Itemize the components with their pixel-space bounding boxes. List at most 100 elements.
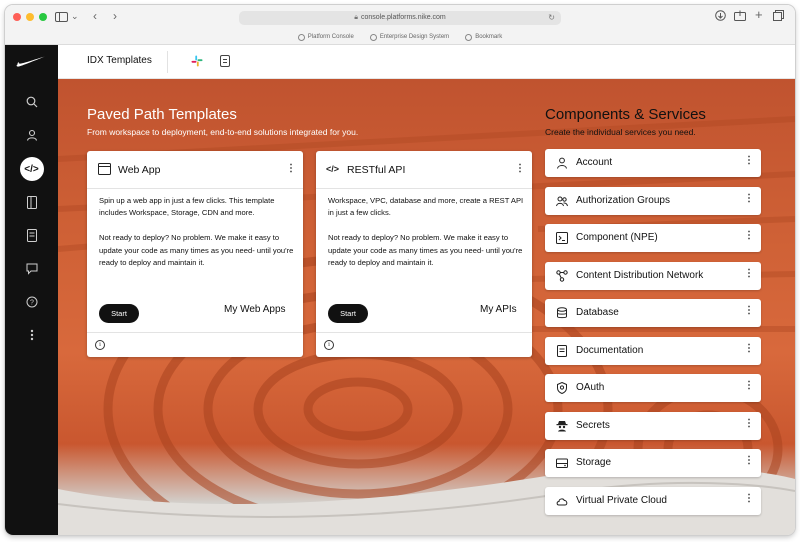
person-icon [557,157,567,169]
service-item-component-npe[interactable]: Component (NPE) ⋮ [545,224,761,252]
browser-window: ⌄ ‹ › 🔒︎ console.platforms.nike.com ↻ + P… [5,5,795,535]
card-title: RESTful API [347,164,406,176]
service-label: Content Distribution Network [576,270,704,281]
download-icon[interactable] [715,10,726,24]
service-label: Component (NPE) [576,232,658,243]
kebab-menu-icon[interactable]: ⋮ [744,194,754,204]
rail-chat[interactable] [5,256,58,282]
info-icon[interactable]: i [324,340,334,350]
rail-search[interactable] [5,89,58,115]
slack-icon[interactable] [191,55,203,67]
kebab-menu-icon[interactable]: ⋮ [744,494,754,504]
service-label: Storage [576,457,612,468]
service-label: OAuth [576,382,605,393]
kebab-menu-icon[interactable]: ⋮ [286,164,296,174]
secrets-icon [556,421,568,432]
bookmark-platform-console[interactable]: Platform Console [297,31,354,43]
my-apis-link[interactable]: My APIs [480,304,517,315]
search-icon [26,96,37,108]
my-web-apps-link[interactable]: My Web Apps [224,304,286,315]
user-icon [26,129,37,141]
kebab-menu-icon[interactable]: ⋮ [744,269,754,279]
service-label: Database [576,307,619,318]
kebab-menu-icon[interactable]: ⋮ [744,231,754,241]
document-icon [557,345,567,357]
storage-icon [556,458,568,468]
kebab-menu-icon[interactable]: ⋮ [744,419,754,429]
kebab-menu-icon[interactable]: ⋮ [515,164,525,174]
maximize-window-button[interactable] [39,13,47,21]
rail-user[interactable] [5,122,58,148]
notes-icon[interactable] [220,55,230,67]
terminal-icon [556,232,568,244]
kebab-menu-icon[interactable]: ⋮ [744,156,754,166]
rail-notebook[interactable] [5,189,58,215]
start-button[interactable]: Start [99,304,139,323]
back-icon[interactable]: ‹ [93,9,97,23]
service-item-documentation[interactable]: Documentation ⋮ [545,337,761,365]
kebab-menu-icon[interactable]: ⋮ [744,381,754,391]
code-icon: </> [326,164,340,174]
service-item-database[interactable]: Database ⋮ [545,299,761,327]
kebab-menu-icon[interactable]: ⋮ [744,344,754,354]
bookmarks-bar: Platform Console Enterprise Design Syste… [5,31,795,43]
start-button[interactable]: Start [328,304,368,323]
components-subtitle: Create the individual services you need. [545,127,696,137]
browser-window-icon [98,163,111,175]
service-item-account[interactable]: Account ⋮ [545,149,761,177]
close-window-button[interactable] [13,13,21,21]
minimize-window-button[interactable] [26,13,34,21]
reload-icon[interactable]: ↻ [548,11,555,25]
sidebar-toggle-icon[interactable] [55,11,68,25]
paved-path-title: Paved Path Templates [87,106,237,123]
service-item-secrets[interactable]: Secrets ⋮ [545,412,761,440]
share-icon[interactable] [734,10,746,24]
network-icon [556,270,568,282]
info-icon[interactable]: i [95,340,105,350]
service-label: Authorization Groups [576,195,670,206]
oauth-icon [557,382,567,394]
chat-icon [26,263,37,275]
cloud-icon [556,498,568,506]
app-header: IDX Templates [58,45,795,79]
database-icon [557,307,567,319]
new-tab-icon[interactable]: + [755,8,763,22]
service-item-vpc[interactable]: Virtual Private Cloud ⋮ [545,487,761,515]
service-label: Secrets [576,420,610,431]
kebab-menu-icon[interactable]: ⋮ [744,456,754,466]
chevron-down-icon[interactable]: ⌄ [71,9,79,23]
components-title: Components & Services [545,106,706,123]
notebook-icon [26,195,37,209]
rail-more[interactable] [5,322,58,348]
nike-logo-icon[interactable] [16,55,46,67]
bookmark-generic[interactable]: Bookmark [465,31,502,43]
url-bar[interactable]: 🔒︎ console.platforms.nike.com ↻ [239,11,561,25]
bookmark-enterprise-design-system[interactable]: Enterprise Design System [369,31,449,43]
kebab-menu-icon[interactable]: ⋮ [744,306,754,316]
more-icon [30,329,33,341]
code-icon: </> [19,157,44,181]
card-title: Web App [118,164,161,176]
service-item-oauth[interactable]: OAuth ⋮ [545,374,761,402]
card-divider [316,332,532,333]
service-label: Virtual Private Cloud [576,495,667,506]
lock-icon: 🔒︎ [354,14,358,21]
rail-document[interactable] [5,222,58,248]
rail-code[interactable]: </> [5,156,58,182]
globe-icon [297,33,305,41]
service-item-cdn[interactable]: Content Distribution Network ⋮ [545,262,761,290]
rail-help[interactable]: ? [5,289,58,315]
web-app-card: Web App ⋮ Spin up a web app in just a fe… [87,151,303,357]
forward-icon[interactable]: › [113,9,117,23]
left-nav-rail: </> ? [5,45,58,535]
service-item-storage[interactable]: Storage ⋮ [545,449,761,477]
tabs-overview-icon[interactable] [773,10,784,24]
card-header: </> RESTful API ⋮ [316,151,532,189]
card-description: Workspace, VPC, database and more, creat… [328,196,524,268]
svg-text:?: ? [30,300,34,307]
page-title: IDX Templates [87,55,152,66]
header-divider [167,51,168,73]
document-icon [26,228,37,242]
service-item-authorization-groups[interactable]: Authorization Groups ⋮ [545,187,761,215]
group-icon [556,196,568,207]
